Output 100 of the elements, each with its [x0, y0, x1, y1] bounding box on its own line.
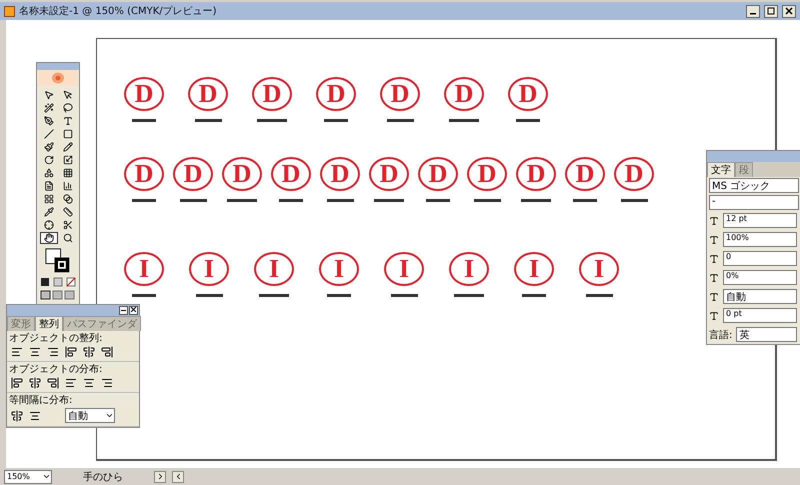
- minimize-button[interactable]: [119, 306, 128, 315]
- type-icon: [709, 254, 719, 264]
- caption-mark: [586, 294, 612, 297]
- left-arrow-button[interactable]: [172, 470, 184, 482]
- caption-mark: [259, 294, 289, 297]
- section-title: オブジェクトの分布:: [8, 362, 102, 376]
- kerning-field[interactable]: 0: [723, 251, 797, 266]
- document-icon: [4, 6, 15, 16]
- stamp-drawing: D: [188, 77, 228, 111]
- caption-mark: [620, 199, 648, 202]
- screen-mode-icon[interactable]: [40, 290, 76, 300]
- leading-field[interactable]: 自動: [723, 289, 797, 304]
- type-icon: [709, 310, 719, 320]
- stamp-drawing: I: [189, 252, 229, 286]
- right-arrow-button[interactable]: [154, 470, 166, 482]
- caption-mark: [521, 199, 551, 202]
- align-icon[interactable]: [11, 346, 23, 358]
- caption-mark: [194, 119, 222, 122]
- chevron-down-icon: [42, 472, 51, 481]
- close-button[interactable]: [129, 306, 138, 315]
- minimize-icon: [121, 307, 126, 312]
- close-icon: [131, 307, 136, 312]
- maximize-icon: [767, 7, 775, 15]
- stamp-drawing: D: [614, 157, 654, 191]
- zoom-dropdown[interactable]: 150%: [4, 470, 52, 484]
- distribute-icon[interactable]: [29, 410, 41, 422]
- panel-tab[interactable]: 文字: [707, 162, 735, 177]
- align-icon[interactable]: [65, 377, 77, 389]
- spacing-dropdown[interactable]: 自動: [65, 408, 115, 423]
- stamp-drawing: D: [222, 157, 262, 191]
- stamp-drawing: D: [316, 77, 356, 111]
- section-title: 等間隔に分布:: [8, 394, 72, 407]
- stamp-drawing: I: [514, 252, 554, 286]
- caption-mark: [326, 199, 354, 202]
- caption-mark: [390, 294, 418, 297]
- close-icon: [785, 7, 793, 15]
- type-icon: [709, 272, 719, 282]
- tracking-field[interactable]: 0%: [723, 270, 797, 285]
- stamp-drawing: D: [565, 157, 605, 191]
- panel-tab[interactable]: 整列: [35, 316, 63, 331]
- align-icon[interactable]: [83, 377, 95, 389]
- stamp-drawing: D: [320, 157, 360, 191]
- maximize-button[interactable]: [764, 4, 778, 18]
- stamp-drawing: D: [380, 77, 420, 111]
- chevron-down-icon: [105, 411, 114, 420]
- caption-mark: [196, 294, 222, 297]
- align-icon[interactable]: [29, 346, 41, 358]
- stamp-drawing: D: [516, 157, 556, 191]
- stamp-drawing: I: [254, 252, 294, 286]
- stamp-drawing: D: [124, 77, 164, 111]
- stamp-drawing: D: [369, 157, 409, 191]
- caption-mark: [279, 199, 303, 202]
- hand-icon[interactable]: [40, 232, 58, 244]
- scale-field[interactable]: 100%: [723, 232, 797, 247]
- stamp-drawing: D: [444, 77, 484, 111]
- fill-stroke-swatch[interactable]: [45, 248, 71, 274]
- language-field[interactable]: 英: [736, 327, 797, 342]
- close-button[interactable]: [782, 4, 796, 18]
- language-label: 言語:: [709, 328, 732, 342]
- align-icon[interactable]: [47, 377, 59, 389]
- stamp-drawing: D: [467, 157, 507, 191]
- type-icon: [709, 292, 719, 302]
- stamp-drawing: D: [418, 157, 458, 191]
- align-icon[interactable]: [101, 346, 113, 358]
- type-icon: [709, 216, 719, 226]
- font-size-field[interactable]: 12 pt: [723, 213, 797, 228]
- distribute-icon[interactable]: [11, 410, 23, 422]
- minimize-button[interactable]: [746, 4, 760, 18]
- stamp-drawing: D: [252, 77, 292, 111]
- stamp-drawing: I: [124, 252, 164, 286]
- align-icon[interactable]: [65, 346, 77, 358]
- caption-mark: [180, 199, 206, 202]
- caption-mark: [516, 119, 540, 122]
- baseline-field[interactable]: 0 pt: [723, 308, 797, 323]
- status-text: 手のひら: [82, 470, 124, 484]
- font-field[interactable]: MS ゴシック: [709, 178, 799, 193]
- style-field[interactable]: -: [709, 195, 799, 210]
- caption-mark: [522, 294, 546, 297]
- caption-mark: [573, 199, 597, 202]
- stamp-drawing: D: [124, 157, 164, 191]
- stamp-drawing: D: [173, 157, 213, 191]
- align-icon[interactable]: [47, 346, 59, 358]
- align-icon[interactable]: [11, 377, 23, 389]
- align-icon[interactable]: [29, 377, 41, 389]
- align-icon[interactable]: [83, 346, 95, 358]
- caption-mark: [449, 119, 479, 122]
- stamp-drawing: I: [449, 252, 489, 286]
- caption-mark: [374, 199, 404, 202]
- caption-mark: [132, 294, 156, 297]
- align-icon[interactable]: [101, 377, 113, 389]
- caption-mark: [454, 294, 484, 297]
- caption-mark: [386, 119, 414, 122]
- caption-mark: [474, 199, 500, 202]
- caption-mark: [227, 199, 257, 202]
- color-mode-icon[interactable]: [40, 277, 76, 287]
- caption-mark: [257, 119, 287, 122]
- panel-title-bar[interactable]: [7, 305, 139, 316]
- stamp-drawing: I: [579, 252, 619, 286]
- caption-mark: [132, 199, 156, 202]
- stamp-drawing: I: [384, 252, 424, 286]
